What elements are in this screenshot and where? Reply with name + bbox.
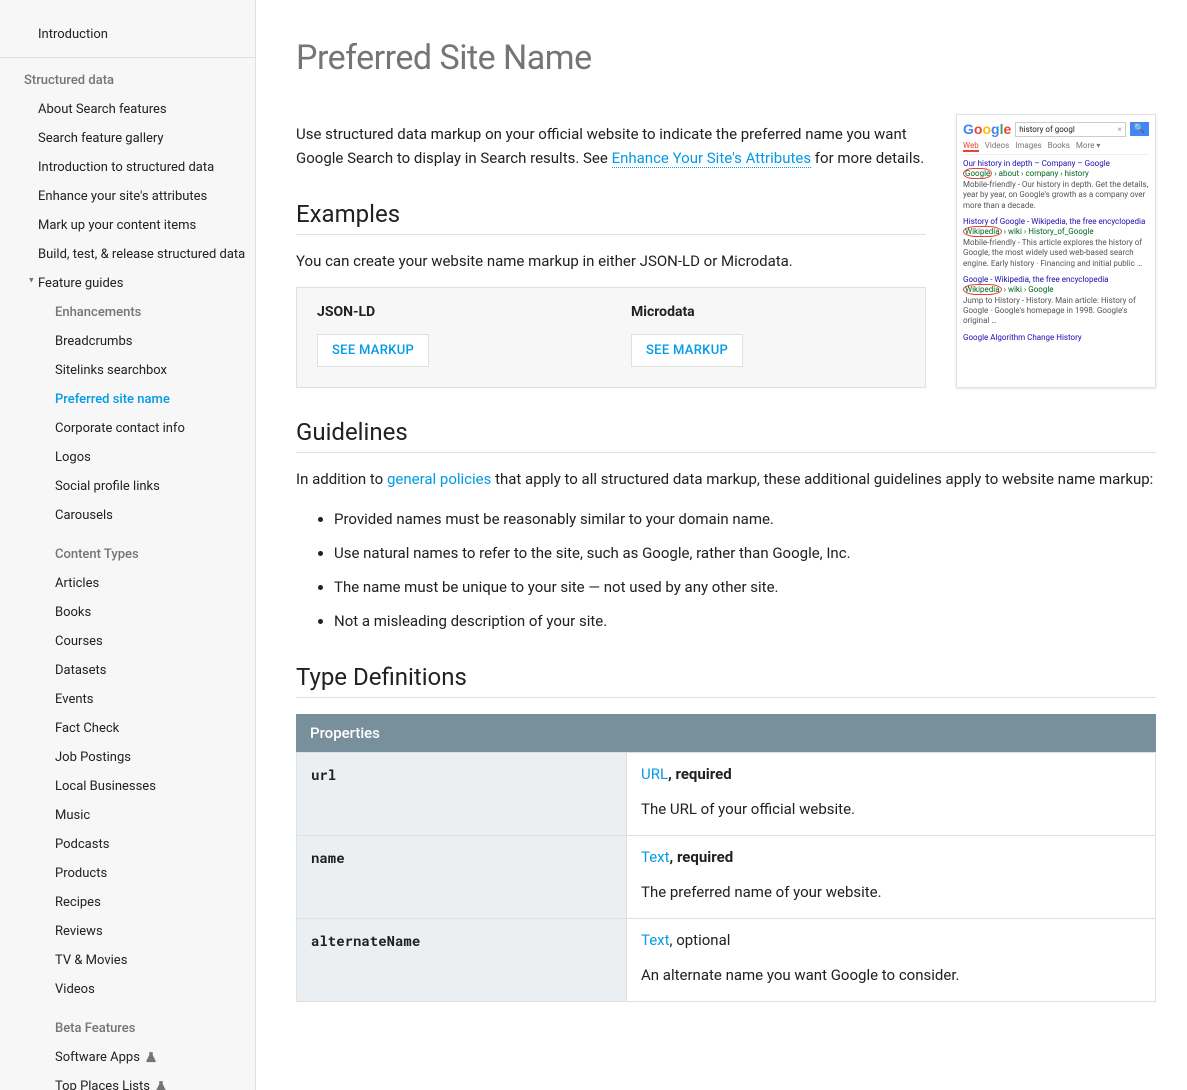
list-item: Provided names must be reasonably simila… <box>334 507 1156 531</box>
flask-icon <box>154 1080 168 1090</box>
prop-name: name <box>297 836 627 919</box>
nav-introduction[interactable]: Introduction <box>0 20 255 49</box>
intro-paragraph: Use structured data markup on your offic… <box>296 122 926 170</box>
nav-item[interactable]: Sitelinks searchbox <box>0 356 255 385</box>
nav-item-beta[interactable]: Top Places Lists <box>0 1072 255 1090</box>
nav-item[interactable]: Podcasts <box>0 830 255 859</box>
nav-item[interactable]: Music <box>0 801 255 830</box>
type-link[interactable]: URL <box>641 765 668 783</box>
prop-name: alternateName <box>297 919 627 1002</box>
nav-item-beta[interactable]: Software Apps <box>0 1043 255 1072</box>
prop-desc: Text, required The preferred name of you… <box>627 836 1156 919</box>
search-icon: 🔍 <box>1130 122 1149 136</box>
main-content: Preferred Site Name Use structured data … <box>256 0 1186 1090</box>
nav-item[interactable]: Breadcrumbs <box>0 327 255 356</box>
prop-desc: URL, required The URL of your official w… <box>627 753 1156 836</box>
general-policies-link[interactable]: general policies <box>387 470 491 488</box>
nav-item[interactable]: Carousels <box>0 501 255 530</box>
nav-item[interactable]: Search feature gallery <box>0 124 255 153</box>
nav-item[interactable]: Build, test, & release structured data <box>0 240 255 269</box>
nav-item[interactable]: Social profile links <box>0 472 255 501</box>
flask-icon <box>144 1051 158 1065</box>
microdata-label: Microdata <box>631 304 905 320</box>
guidelines-heading: Guidelines <box>296 418 1156 453</box>
nav-item[interactable]: Logos <box>0 443 255 472</box>
page-title: Preferred Site Name <box>296 38 1156 78</box>
enhance-attributes-link[interactable]: Enhance Your Site's Attributes <box>612 149 812 168</box>
sidebar: Introduction Structured data About Searc… <box>0 0 256 1090</box>
nav-preferred-site-name[interactable]: Preferred site name <box>0 385 255 414</box>
nav-header-structured-data: Structured data <box>0 66 255 95</box>
nav-item[interactable]: Products <box>0 859 255 888</box>
nav-item[interactable]: Introduction to structured data <box>0 153 255 182</box>
table-row: name Text, required The preferred name o… <box>297 836 1156 919</box>
nav-header-content-types: Content Types <box>0 540 255 569</box>
nav-item[interactable]: About Search features <box>0 95 255 124</box>
nav-item[interactable]: Datasets <box>0 656 255 685</box>
nav-item[interactable]: Corporate contact info <box>0 414 255 443</box>
table-row: alternateName Text, optional An alternat… <box>297 919 1156 1002</box>
prop-name: url <box>297 753 627 836</box>
properties-table: url URL, required The URL of your offici… <box>296 752 1156 1002</box>
nav-item[interactable]: Mark up your content items <box>0 211 255 240</box>
prop-desc: Text, optional An alternate name you wan… <box>627 919 1156 1002</box>
nav-item[interactable]: Videos <box>0 975 255 1004</box>
nav-item[interactable]: Events <box>0 685 255 714</box>
type-link[interactable]: Text <box>641 931 670 949</box>
list-item: The name must be unique to your site — n… <box>334 575 1156 599</box>
nav-item[interactable]: Books <box>0 598 255 627</box>
examples-box: JSON-LD SEE MARKUP Microdata SEE MARKUP <box>296 287 926 388</box>
nav-item[interactable]: TV & Movies <box>0 946 255 975</box>
nav-header-beta: Beta Features <box>0 1014 255 1043</box>
nav-item[interactable]: Enhance your site's attributes <box>0 182 255 211</box>
nav-item[interactable]: Courses <box>0 627 255 656</box>
google-logo: Google <box>963 121 1011 137</box>
jsonld-label: JSON-LD <box>317 304 591 320</box>
examples-heading: Examples <box>296 200 926 235</box>
nav-item[interactable]: Recipes <box>0 888 255 917</box>
properties-header: Properties <box>296 714 1156 752</box>
nav-item[interactable]: Articles <box>0 569 255 598</box>
type-link[interactable]: Text <box>641 848 670 866</box>
nav-item[interactable]: Local Businesses <box>0 772 255 801</box>
see-markup-microdata-button[interactable]: SEE MARKUP <box>631 334 743 367</box>
nav-header-enhancements: Enhancements <box>0 298 255 327</box>
list-item: Not a misleading description of your sit… <box>334 609 1156 633</box>
nav-item[interactable]: Fact Check <box>0 714 255 743</box>
guidelines-intro: In addition to general policies that app… <box>296 467 1156 491</box>
nav-feature-guides[interactable]: Feature guides <box>0 269 255 298</box>
serp-preview-image: Google history of googl× 🔍 WebVideosImag… <box>956 114 1156 388</box>
nav-item[interactable]: Reviews <box>0 917 255 946</box>
list-item: Use natural names to refer to the site, … <box>334 541 1156 565</box>
table-row: url URL, required The URL of your offici… <box>297 753 1156 836</box>
see-markup-jsonld-button[interactable]: SEE MARKUP <box>317 334 429 367</box>
examples-paragraph: You can create your website name markup … <box>296 249 926 273</box>
guidelines-list: Provided names must be reasonably simila… <box>334 507 1156 633</box>
nav-item[interactable]: Job Postings <box>0 743 255 772</box>
typedef-heading: Type Definitions <box>296 663 1156 698</box>
